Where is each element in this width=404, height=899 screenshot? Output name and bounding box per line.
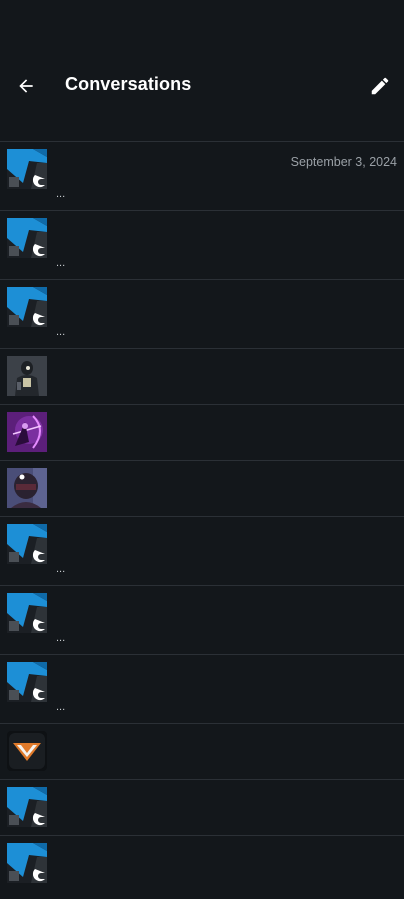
conversation-row[interactable]: September 3, 2024 ... (0, 141, 404, 210)
bungie-logo-avatar (7, 787, 47, 827)
conversation-date: September 3, 2024 (290, 155, 397, 169)
armored-character-avatar (7, 356, 47, 396)
bungie-logo-avatar (7, 218, 47, 258)
conversation-row[interactable]: ... (0, 210, 404, 279)
arrow-left-icon (19, 79, 33, 93)
bungie-logo-avatar (7, 593, 47, 633)
compose-button[interactable] (366, 72, 394, 100)
bungie-logo-avatar (7, 287, 47, 327)
conversation-row[interactable] (0, 723, 404, 779)
status-bar-area (0, 0, 404, 52)
conversation-row[interactable]: ... (0, 654, 404, 723)
bungie-logo-avatar (7, 524, 47, 564)
conversation-list: September 3, 2024 ... ... ... ... ... ..… (0, 141, 404, 899)
conversation-preview: ... (56, 563, 66, 575)
app-bar: Conversations (0, 52, 404, 120)
conversation-row[interactable] (0, 835, 404, 899)
conversation-preview: ... (56, 632, 66, 644)
helmet-character-avatar (7, 468, 47, 508)
bungie-logo-avatar (7, 843, 47, 883)
conversations-screen: Conversations September 3, 2024 ... ... … (0, 0, 404, 899)
orange-chevron-emblem-avatar (7, 731, 47, 771)
page-title: Conversations (65, 74, 192, 94)
conversation-preview: ... (56, 326, 66, 338)
bungie-logo-avatar (7, 662, 47, 702)
bungie-logo-avatar (7, 149, 47, 189)
pencil-icon (371, 77, 389, 95)
conversation-row[interactable] (0, 779, 404, 835)
conversation-preview: ... (56, 257, 66, 269)
conversation-row[interactable]: ... (0, 516, 404, 585)
conversation-row[interactable] (0, 460, 404, 516)
back-button[interactable] (12, 72, 40, 100)
conversation-row[interactable] (0, 404, 404, 460)
conversation-preview: ... (56, 701, 66, 713)
conversation-row[interactable] (0, 348, 404, 404)
conversation-row[interactable]: ... (0, 585, 404, 654)
conversation-row[interactable]: ... (0, 279, 404, 348)
conversation-preview: ... (56, 188, 66, 200)
purple-emblem-avatar (7, 412, 47, 452)
